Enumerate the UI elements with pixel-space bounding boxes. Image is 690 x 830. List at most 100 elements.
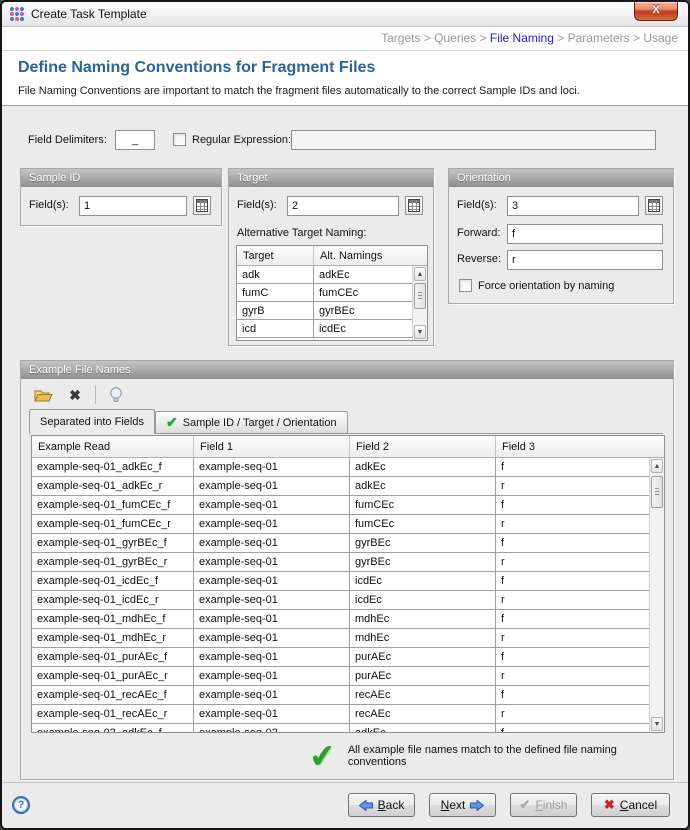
next-button[interactable]: Next [429,793,496,817]
scrollbar-thumb[interactable] [651,476,663,508]
scroll-up-icon[interactable]: ▲ [651,459,663,473]
table-cell: r [496,477,649,495]
table-cell: fumCEc [314,284,412,301]
breadcrumb-step-parameters[interactable]: Parameters [568,31,630,45]
tab-label: Separated into Fields [40,416,144,428]
help-icon[interactable]: ? [12,796,30,814]
col-example-read[interactable]: Example Read [32,436,194,457]
regular-expression-checkbox[interactable] [173,133,186,146]
table-row[interactable]: icdicdEc [237,320,412,338]
table-row[interactable]: example-seq-01_fumCEc_rexample-seq-01fum… [32,515,649,534]
forward-input[interactable] [507,224,663,244]
table-cell: example-seq-01_adkEc_f [32,458,194,476]
table-cell: f [496,724,649,733]
breadcrumb-separator: > [554,31,568,45]
back-button[interactable]: Back [348,793,415,817]
footer-bar: ? Back Next ✔ Finish ✖ Cancel [2,782,688,828]
reverse-label: Reverse: [457,253,501,265]
table-row[interactable]: example-seq-01_adkEc_rexample-seq-01adkE… [32,477,649,496]
orientation-fields-input[interactable] [507,196,639,216]
alt-naming-col-target[interactable]: Target [237,246,314,265]
table-row[interactable]: gyrBgyrBEc [237,302,412,320]
alternative-target-naming-label: Alternative Target Naming: [237,227,366,239]
finish-button[interactable]: ✔ Finish [510,793,577,817]
example-table-body: example-seq-01_adkEc_f example-seq-01 adkE… [32,458,649,733]
table-row[interactable]: example-seq-01_recAEc_fexample-seq-01rec… [32,686,649,705]
breadcrumb-step-targets[interactable]: Targets [381,31,420,45]
sample-id-fields-input[interactable] [79,196,187,216]
table-cell: r [496,591,649,609]
alt-naming-table: Target Alt. Namings adkadkEcfumCfumCEcgy… [236,245,428,341]
breadcrumb-step-usage[interactable]: Usage [643,31,678,45]
table-cell: icdEc [350,591,496,609]
table-row[interactable]: example-seq-01_mdhEc_rexample-seq-01mdhE… [32,629,649,648]
table-row[interactable]: example-seq-01_gyrBEc_fexample-seq-01gyr… [32,534,649,553]
page-subtitle: File Naming Conventions are important to… [18,85,580,97]
alt-naming-scrollbar[interactable]: ▲ ▼ [412,266,427,340]
regular-expression-input[interactable] [291,130,656,150]
tab-separated-into-fields[interactable]: Separated into Fields [29,409,155,434]
sample-id-field-picker-icon[interactable] [193,196,211,215]
validation-status-text: All example file names match to the defi… [348,744,673,768]
breadcrumb-step-queries[interactable]: Queries [434,31,476,45]
table-row[interactable]: fumCfumCEc [237,284,412,302]
table-row[interactable]: example-seq-01_icdEc_fexample-seq-01icdE… [32,572,649,591]
success-check-icon: ✔ [308,740,338,773]
table-row[interactable]: example-seq-01_purAEc_rexample-seq-01pur… [32,667,649,686]
table-row[interactable]: example-seq-01_recAEc_rexample-seq-01rec… [32,705,649,724]
table-row[interactable]: example-seq-01_icdEc_rexample-seq-01icdE… [32,591,649,610]
table-cell: mdhEc [350,629,496,647]
table-cell: icdEc [350,572,496,590]
table-cell: adk [237,266,314,283]
table-cell: fumC [237,284,314,301]
force-orientation-checkbox[interactable] [459,279,472,292]
target-field-picker-icon[interactable] [405,196,423,215]
next-arrow-icon [470,800,484,811]
table-row[interactable]: example-seq-01_purAEc_fexample-seq-01pur… [32,648,649,667]
app-icon [9,6,25,22]
col-field-1[interactable]: Field 1 [194,436,350,457]
table-row[interactable]: example-seq-01_mdhEc_fexample-seq-01mdhE… [32,610,649,629]
table-cell: f [496,496,649,514]
close-icon[interactable]: X [634,2,678,21]
table-cell: example-seq-01 [194,610,350,628]
scroll-down-icon[interactable]: ▼ [414,325,426,339]
table-row[interactable]: example-seq-01_fumCEc_fexample-seq-01fum… [32,496,649,515]
scrollbar-thumb[interactable] [414,283,426,309]
field-delimiters-input[interactable] [115,130,155,150]
table-cell: example-seq-01 [194,572,350,590]
title-bar[interactable]: Create Task Template [2,2,688,27]
scroll-up-icon[interactable]: ▲ [414,267,426,281]
table-row[interactable]: example-seq-01_adkEc_fexample-seq-01adkE… [32,458,649,477]
window-title: Create Task Template [31,7,147,21]
table-row[interactable]: example-seq-01_gyrBEc_rexample-seq-01gyr… [32,553,649,572]
table-cell: adkEc [350,477,496,495]
table-row[interactable]: example-seq-02_adkEc_fexample-seq-02adkE… [32,724,649,733]
cancel-button[interactable]: ✖ Cancel [591,793,670,817]
table-cell: f [496,610,649,628]
col-field-2[interactable]: Field 2 [350,436,496,457]
reverse-input[interactable] [507,250,663,270]
orientation-fields-label: Field(s): [457,199,497,211]
table-cell: example-seq-01_purAEc_f [32,648,194,666]
tab-sample-id-target-orientation[interactable]: ✔ Sample ID / Target / Orientation [155,411,348,433]
alt-naming-col-altnamings[interactable]: Alt. Namings [314,246,427,265]
table-cell: f [496,572,649,590]
tab-label: Sample ID / Target / Orientation [183,417,337,429]
window-frame: Create Task Template X Targets > Queries… [0,0,690,830]
hint-bulb-icon[interactable] [104,384,128,406]
breadcrumb-separator: > [420,31,434,45]
breadcrumb-step-file-naming[interactable]: File Naming [490,31,554,45]
target-fields-input[interactable] [287,196,399,216]
table-cell: example-seq-01_fumCEc_f [32,496,194,514]
scroll-down-icon[interactable]: ▼ [651,717,663,731]
table-row[interactable]: adkadkEc [237,266,412,284]
orientation-field-picker-icon[interactable] [645,196,663,215]
target-groupbox: Target Field(s): Alternative Target Nami… [228,168,434,346]
cancel-x-icon: ✖ [604,797,615,813]
open-folder-icon[interactable] [31,384,55,406]
table-cell: purAEc [350,667,496,685]
example-table-scrollbar[interactable]: ▲ ▼ [649,458,664,732]
delete-icon[interactable]: ✖ [63,384,87,406]
col-field-3[interactable]: Field 3 [496,436,664,457]
